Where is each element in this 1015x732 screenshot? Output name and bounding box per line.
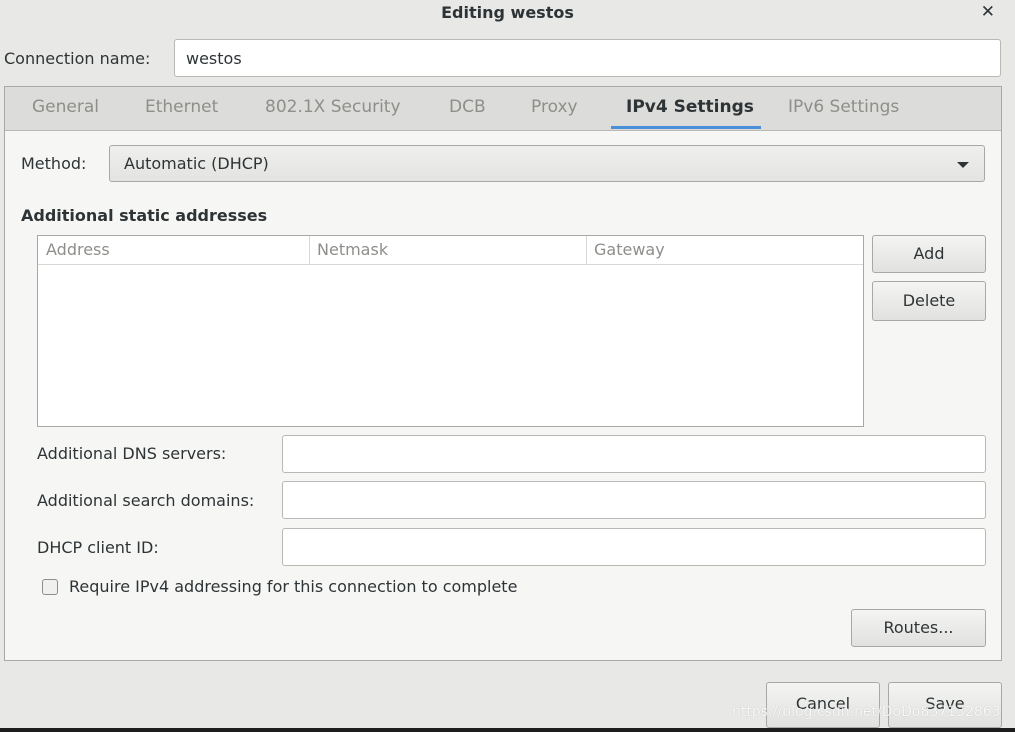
column-divider: [309, 236, 310, 264]
routes-button[interactable]: Routes...: [851, 609, 986, 647]
tab-proxy[interactable]: Proxy: [531, 97, 578, 117]
tab-ipv4-settings[interactable]: IPv4 Settings: [626, 97, 754, 117]
static-addresses-title: Additional static addresses: [21, 206, 268, 225]
tab-dcb[interactable]: DCB: [449, 97, 486, 117]
dialog-footer: Cancel Save: [0, 662, 1015, 732]
dhcp-client-id-input[interactable]: [282, 528, 986, 566]
tab-ethernet[interactable]: Ethernet: [145, 97, 218, 117]
chevron-down-icon: [957, 162, 969, 168]
active-tab-indicator: [611, 126, 761, 129]
connection-name-label: Connection name:: [4, 49, 151, 68]
close-icon[interactable]: ✕: [981, 2, 995, 22]
watermark-text: https://blog.csdn.net/DoDo837132863: [732, 704, 1001, 720]
column-gateway[interactable]: Gateway: [594, 240, 665, 259]
column-divider: [586, 236, 587, 264]
require-ipv4-label[interactable]: Require IPv4 addressing for this connect…: [69, 577, 517, 596]
column-address[interactable]: Address: [46, 240, 110, 259]
connection-name-input[interactable]: [174, 39, 1001, 77]
window-title: Editing westos: [441, 3, 574, 22]
window-bottom-edge: [0, 728, 1015, 732]
tab-bar: General Ethernet 802.1X Security DCB Pro…: [5, 87, 1001, 131]
search-domains-label: Additional search domains:: [37, 491, 255, 510]
dns-servers-label: Additional DNS servers:: [37, 444, 227, 463]
dhcp-client-id-label: DHCP client ID:: [37, 538, 159, 557]
delete-address-button[interactable]: Delete: [872, 281, 986, 321]
static-addresses-table[interactable]: Address Netmask Gateway: [37, 235, 864, 427]
add-address-button[interactable]: Add: [872, 235, 986, 273]
column-netmask[interactable]: Netmask: [317, 240, 388, 259]
dns-servers-input[interactable]: [282, 435, 986, 473]
method-dropdown[interactable]: Automatic (DHCP): [109, 145, 985, 182]
tab-ipv6-settings[interactable]: IPv6 Settings: [788, 97, 899, 117]
table-header: Address Netmask Gateway: [38, 236, 863, 265]
method-value: Automatic (DHCP): [124, 154, 269, 173]
settings-notebook: General Ethernet 802.1X Security DCB Pro…: [4, 86, 1002, 661]
title-bar: Editing westos ✕: [0, 0, 1015, 28]
require-ipv4-checkbox[interactable]: [42, 579, 58, 595]
tab-general[interactable]: General: [32, 97, 99, 117]
search-domains-input[interactable]: [282, 481, 986, 519]
tab-8021x-security[interactable]: 802.1X Security: [265, 97, 401, 117]
method-label: Method:: [21, 154, 87, 173]
